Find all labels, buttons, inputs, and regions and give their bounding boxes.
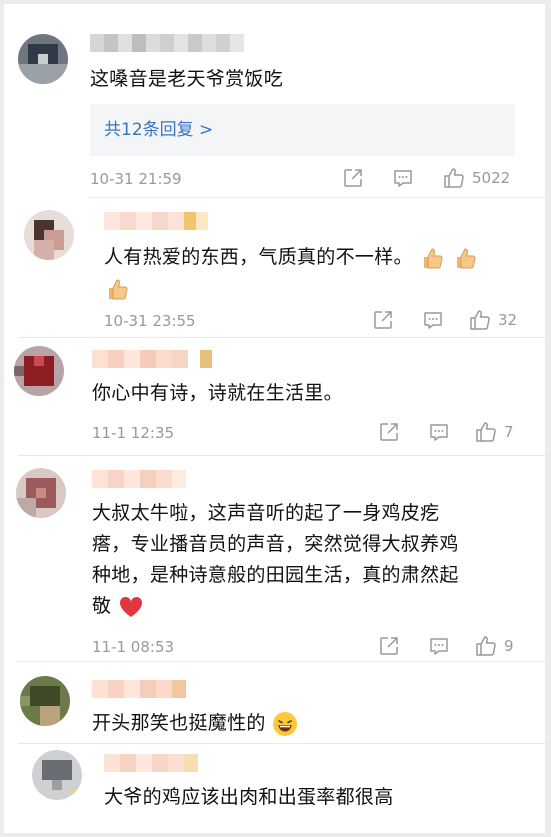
comment-text: 人有热爱的东西，气质真的不一样。: [104, 242, 524, 304]
username[interactable]: [90, 34, 244, 52]
comment-button[interactable]: [428, 421, 474, 443]
comment-time: 10-31 23:55: [104, 312, 196, 330]
avatar[interactable]: [18, 34, 68, 84]
comment-icon: [430, 638, 448, 655]
comment-item: 大叔太牛啦，这声音听的起了一身鸡皮疙 瘩，专业播音员的声音，突然觉得大叔养鸡 种…: [4, 456, 545, 662]
share-icon: [380, 637, 398, 655]
share-button[interactable]: [342, 167, 392, 189]
thumbs-up-emoji-icon: [109, 278, 128, 299]
thumbs-up-icon: [444, 168, 464, 188]
comment-text: 你心中有诗，诗就在生活里。: [92, 382, 343, 404]
username[interactable]: [92, 350, 212, 368]
avatar[interactable]: [16, 468, 66, 518]
username[interactable]: [104, 754, 198, 772]
like-button[interactable]: 32: [468, 308, 517, 332]
avatar[interactable]: [24, 210, 74, 260]
comment-text: 大爷的鸡应该出肉和出蛋率都很高: [104, 786, 394, 808]
like-count: 7: [504, 423, 514, 441]
comment-item: 这嗓音是老天爷赏饭吃 共12条回复 > 10-31 21:59 5022: [4, 4, 545, 198]
like-count: 32: [498, 311, 518, 329]
comment-item: 人有热爱的东西，气质真的不一样。 10-31 23:55 32: [4, 198, 545, 338]
heart-emoji-icon: [119, 596, 142, 617]
comment-icon: [394, 170, 412, 187]
comment-time: 11-1 08:53: [92, 638, 175, 656]
comment-list: 这嗓音是老天爷赏饭吃 共12条回复 > 10-31 21:59 5022 人有热…: [4, 4, 545, 833]
like-button[interactable]: 5022: [442, 166, 510, 190]
laugh-emoji-icon: [273, 711, 298, 736]
share-icon: [374, 311, 392, 329]
username[interactable]: [92, 680, 186, 698]
comment-text: 大叔太牛啦，这声音听的起了一身鸡皮疙 瘩，专业播音员的声音，突然觉得大叔养鸡 种…: [92, 502, 459, 617]
thumbs-up-emoji-icon: [456, 247, 475, 268]
share-button[interactable]: [378, 635, 428, 657]
comment-item: 你心中有诗，诗就在生活里。 11-1 12:35 7: [4, 338, 545, 456]
comment-text: 开头那笑也挺魔性的: [92, 708, 298, 739]
avatar[interactable]: [20, 676, 70, 726]
comment-button[interactable]: [422, 309, 468, 331]
share-button[interactable]: [378, 421, 428, 443]
like-button[interactable]: 7: [474, 420, 514, 444]
username[interactable]: [104, 212, 208, 230]
comment-button[interactable]: [392, 167, 442, 189]
like-count: 9: [504, 637, 514, 655]
comment-time: 11-1 12:35: [92, 424, 175, 442]
comment-icon: [430, 424, 448, 441]
comment-item: 大爷的鸡应该出肉和出蛋率都很高: [4, 744, 545, 833]
share-button[interactable]: [372, 309, 422, 331]
avatar[interactable]: [14, 346, 64, 396]
thumbs-up-emoji-icon: [424, 247, 443, 268]
thumbs-up-icon: [476, 422, 496, 442]
view-replies-button[interactable]: 共12条回复 >: [90, 104, 515, 156]
comment-time: 10-31 21:59: [90, 170, 182, 188]
comment-button[interactable]: [428, 635, 474, 657]
username[interactable]: [92, 470, 186, 488]
avatar[interactable]: [32, 750, 82, 800]
thumbs-up-icon: [470, 310, 490, 330]
like-count: 5022: [472, 169, 511, 187]
share-icon: [344, 169, 362, 187]
comment-text: 这嗓音是老天爷赏饭吃: [90, 68, 284, 90]
share-icon: [380, 423, 398, 441]
like-button[interactable]: 9: [474, 634, 514, 658]
thumbs-up-icon: [476, 636, 496, 656]
comment-item: 开头那笑也挺魔性的: [4, 662, 545, 744]
comment-icon: [424, 312, 442, 329]
